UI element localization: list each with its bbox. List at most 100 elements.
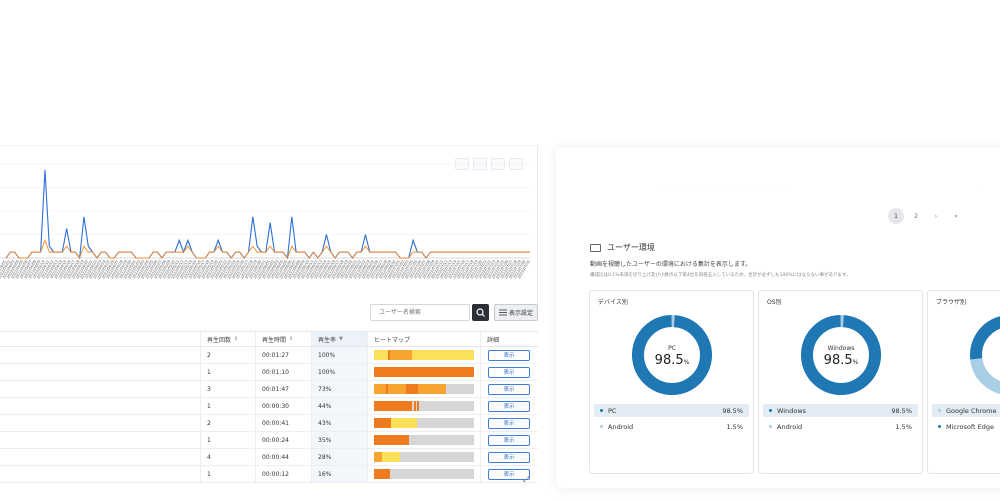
play-rate-value: 100% [318,351,336,359]
heatmap-bar [374,469,474,479]
play-time-value: 00:00:24 [262,436,289,444]
table-row: 4 00:00:44 28% 表示 [0,449,538,466]
next-page-icon[interactable]: › [928,208,944,224]
user-column-header [0,332,200,346]
table-body: 2 00:01:27 100% 表示 1 00:01:10 100% 表示 3 00:01:47 7… [0,347,538,483]
display-settings-button[interactable]: 表示設定 [494,304,538,321]
play-rate-header[interactable]: 再生率 ▼ [311,332,367,346]
play-count-cell: 1 [200,432,255,448]
view-detail-button[interactable]: 表示 [488,417,530,429]
page-button-1[interactable]: 1 [888,208,904,224]
heatmap-segment [406,384,418,394]
play-time-header[interactable]: 再生時間 ⇕ [255,332,311,346]
legend-item[interactable]: Windows 98.5% [763,404,918,417]
heatmap-segment [391,418,417,428]
view-detail-button[interactable]: 表示 [488,383,530,395]
heatmap-segment [374,384,386,394]
play-count-header[interactable]: 再生回数 ⇕ [200,332,255,346]
heatmap-segment [374,452,382,462]
donut-center-unit: % [852,359,859,366]
sort-desc-icon[interactable]: ▼ [339,336,343,342]
play-time-cell: 00:01:10 [255,364,311,380]
heatmap-header-label: ヒートマップ [374,336,411,344]
section-description: 動画を視聴したユーザーの環境における集計を表示します。 [590,261,752,268]
heatmap-segment [374,401,412,411]
legend-item[interactable]: PC 98.5% [594,404,749,417]
table-header-row: 再生回数 ⇕ 再生時間 ⇕ 再生率 ▼ ヒートマップ 詳細 [0,331,538,347]
play-count-cell: 2 [200,347,255,363]
play-rate-value: 100% [318,368,336,376]
environment-card: デバイス別 PC 98.5% PC 98.5% Android 1.5% [589,290,754,474]
card-title: デバイス別 [598,299,628,306]
heatmap-segment [412,350,474,360]
view-detail-button[interactable]: 表示 [488,451,530,463]
view-detail-button[interactable]: 表示 [488,400,530,412]
view-detail-label: 表示 [503,370,515,376]
legend-name: Google Chrome [946,406,997,415]
play-time-value: 00:00:44 [262,453,289,461]
expand-icon[interactable]: ⤢ [523,475,529,485]
legend-item[interactable]: Android 1.5% [763,420,918,433]
heatmap-segment [418,384,446,394]
section-title-label: ユーザー環境 [607,243,655,252]
legend-name: Windows [777,406,807,415]
play-count-cell: 2 [200,415,255,431]
view-detail-button[interactable]: 表示 [488,349,530,361]
detail-cell: 表示 [480,449,538,465]
heatmap-bar [374,401,474,411]
heatmap-header: ヒートマップ [367,332,480,346]
view-detail-button[interactable]: 表示 [488,366,530,378]
views-line-chart-panel: 2022/04/01 2022/04/02 2022/04/03 2022/04/04… [0,145,538,305]
legend-value: 1.5% [895,422,912,431]
play-count-value: 4 [207,453,211,461]
donut-center-unit: % [683,359,690,366]
series-line-0 [5,169,530,260]
user-cell [0,466,200,482]
play-time-value: 00:01:27 [262,351,289,359]
play-rate-value: 16% [318,470,332,478]
donut-center-value: 98.5% [799,353,883,368]
play-time-cell: 00:01:27 [255,347,311,363]
table-row: 1 00:01:10 100% 表示 [0,364,538,381]
play-rate-value: 43% [318,419,332,427]
legend-dot-icon [769,425,772,428]
play-rate-cell: 73% [311,381,367,397]
user-cell [0,347,200,363]
sort-icon[interactable]: ⇕ [234,336,238,342]
heatmap-cell [367,398,480,414]
viewer-table: 再生回数 ⇕ 再生時間 ⇕ 再生率 ▼ ヒートマップ 詳細 2 00:01:27 1… [0,331,538,483]
heatmap-segment [388,384,406,394]
play-rate-cell: 100% [311,364,367,380]
play-count-value: 2 [207,419,211,427]
play-count-value: 2 [207,351,211,359]
play-count-value: 1 [207,470,211,478]
last-page-icon[interactable]: » [948,208,964,224]
donut-center-number: 98.5 [654,353,684,368]
user-environment-panel: · · · · · · · · · · · · · · · · · · · · … [556,148,1000,488]
play-time-cell: 00:01:47 [255,381,311,397]
search-button[interactable] [472,304,489,321]
legend-item[interactable]: Android 1.5% [594,420,749,433]
page-button-2[interactable]: 2 [908,208,924,224]
heatmap-segment [374,435,409,445]
play-count-value: 3 [207,385,211,393]
heatmap-bar [374,384,474,394]
sort-icon[interactable]: ⇕ [289,336,293,342]
play-time-value: 00:01:10 [262,368,289,376]
donut-center-number: 98.5 [823,353,853,368]
detail-cell: 表示 [480,347,538,363]
play-time-cell: 00:00:44 [255,449,311,465]
page: 2022/04/01 2022/04/02 2022/04/03 2022/04/04… [0,0,1000,500]
heatmap-cell [367,381,480,397]
username-search-input[interactable] [370,304,470,321]
play-count-cell: 1 [200,364,255,380]
legend-item[interactable]: Google Chrome [932,404,1000,417]
play-time-cell: 00:00:12 [255,466,311,482]
search-icon [476,308,485,317]
heatmap-segment [414,401,416,411]
legend-item[interactable]: Microsoft Edge [932,420,1000,433]
heatmap-bar [374,452,474,462]
legend-name: Android [777,422,803,431]
pagination: 1 2 ›» [888,208,964,224]
view-detail-button[interactable]: 表示 [488,434,530,446]
